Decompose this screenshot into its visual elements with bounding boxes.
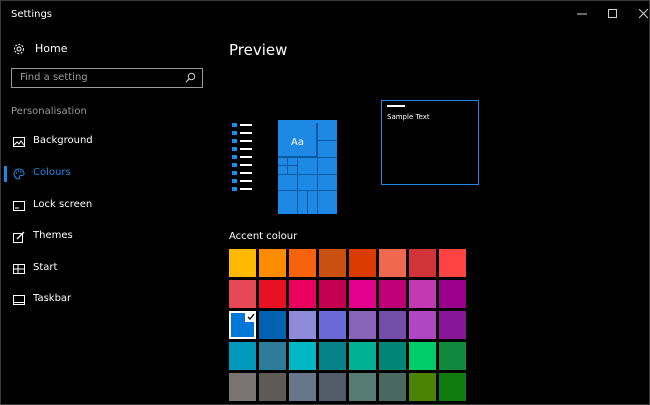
sidebar-item-label: Taskbar: [33, 293, 72, 304]
colour-swatch[interactable]: [319, 373, 346, 401]
colour-swatch[interactable]: [349, 280, 376, 308]
sidebar-item-label: Lock screen: [33, 199, 93, 210]
maximize-button[interactable]: [601, 4, 625, 24]
colour-swatch[interactable]: [409, 311, 436, 339]
picture-icon: [13, 136, 25, 148]
colour-swatch[interactable]: [409, 373, 436, 401]
search-icon: [185, 72, 196, 83]
maximize-icon: [608, 9, 617, 18]
colour-swatch[interactable]: [289, 342, 316, 370]
colour-swatch[interactable]: [289, 249, 316, 277]
colour-swatch[interactable]: [439, 249, 466, 277]
sidebar-item-label: Background: [33, 135, 93, 146]
preview-sample-window: Sample Text: [381, 100, 479, 185]
colour-swatch[interactable]: [319, 280, 346, 308]
colour-swatch[interactable]: [439, 373, 466, 401]
sidebar-item-label: Start: [33, 262, 58, 273]
colour-swatch[interactable]: [229, 342, 256, 370]
palette-icon: [13, 168, 25, 180]
colour-swatch[interactable]: [349, 249, 376, 277]
sidebar-item-start[interactable]: Start: [1, 257, 215, 281]
colour-swatch[interactable]: [439, 342, 466, 370]
page-title: Preview: [229, 41, 288, 59]
colour-swatch[interactable]: [259, 342, 286, 370]
search-input[interactable]: Find a setting: [11, 68, 203, 88]
accent-colour-grid: [229, 249, 469, 404]
search-placeholder: Find a setting: [20, 72, 88, 83]
sidebar-item-colours[interactable]: Colours: [1, 162, 215, 186]
colour-swatch[interactable]: [379, 373, 406, 401]
colour-swatch[interactable]: [349, 373, 376, 401]
section-label: Personalisation: [11, 106, 87, 117]
checkmark-icon: [245, 311, 256, 322]
colour-swatch[interactable]: [439, 280, 466, 308]
sample-text: Sample Text: [387, 113, 430, 121]
colour-swatch[interactable]: [379, 280, 406, 308]
colour-swatch[interactable]: [319, 342, 346, 370]
sidebar-item-themes[interactable]: Themes: [1, 225, 215, 249]
colour-swatch[interactable]: [259, 249, 286, 277]
colour-swatch[interactable]: [409, 249, 436, 277]
taskbar-icon: [13, 294, 25, 306]
main-content: Preview Aa Sample Text Accent colour: [215, 29, 649, 404]
colour-swatch[interactable]: [349, 342, 376, 370]
title-bar: Settings: [1, 1, 649, 29]
colour-swatch[interactable]: [319, 249, 346, 277]
window-title: Settings: [11, 9, 53, 20]
sidebar-item-background[interactable]: Background: [1, 130, 215, 154]
minimize-icon: [577, 13, 587, 15]
preview-tiles: Aa: [278, 120, 337, 214]
active-indicator: [4, 166, 7, 182]
sidebar-item-label: Themes: [33, 230, 73, 241]
settings-window: Settings Home Find a setting Personalisa…: [0, 0, 650, 405]
colour-swatch[interactable]: [439, 311, 466, 339]
colour-swatch[interactable]: [319, 311, 346, 339]
colour-swatch[interactable]: [289, 311, 316, 339]
home-link[interactable]: Home: [13, 42, 67, 55]
colour-swatch[interactable]: [349, 311, 376, 339]
colour-swatch[interactable]: [259, 280, 286, 308]
sidebar: Home Find a setting Personalisation Back…: [1, 29, 215, 404]
home-label: Home: [35, 42, 68, 55]
colour-swatch[interactable]: [379, 342, 406, 370]
sidebar-item-label: Colours: [33, 167, 71, 178]
colour-swatch[interactable]: [259, 311, 286, 339]
colour-swatch[interactable]: [289, 280, 316, 308]
colour-swatch[interactable]: [229, 373, 256, 401]
start-grid-icon: [13, 263, 25, 275]
accent-colour-label: Accent colour: [229, 231, 298, 242]
colour-swatch[interactable]: [229, 280, 256, 308]
gear-icon: [14, 43, 24, 54]
close-icon: [639, 9, 649, 19]
close-button[interactable]: [632, 4, 649, 24]
preview-tile-aa: Aa: [278, 123, 317, 157]
sidebar-item-taskbar[interactable]: Taskbar: [1, 288, 215, 312]
lock-screen-icon: [13, 200, 25, 212]
colour-swatch[interactable]: [229, 249, 256, 277]
preview-start-list: [232, 123, 254, 199]
colour-swatch[interactable]: [229, 311, 256, 339]
brush-icon: [13, 231, 25, 243]
colour-swatch[interactable]: [409, 280, 436, 308]
colour-swatch[interactable]: [289, 373, 316, 401]
colour-swatch[interactable]: [379, 311, 406, 339]
sidebar-item-lock-screen[interactable]: Lock screen: [1, 194, 215, 218]
colour-swatch[interactable]: [409, 342, 436, 370]
colour-swatch[interactable]: [259, 373, 286, 401]
colour-swatch[interactable]: [379, 249, 406, 277]
minimize-button[interactable]: [570, 4, 594, 24]
